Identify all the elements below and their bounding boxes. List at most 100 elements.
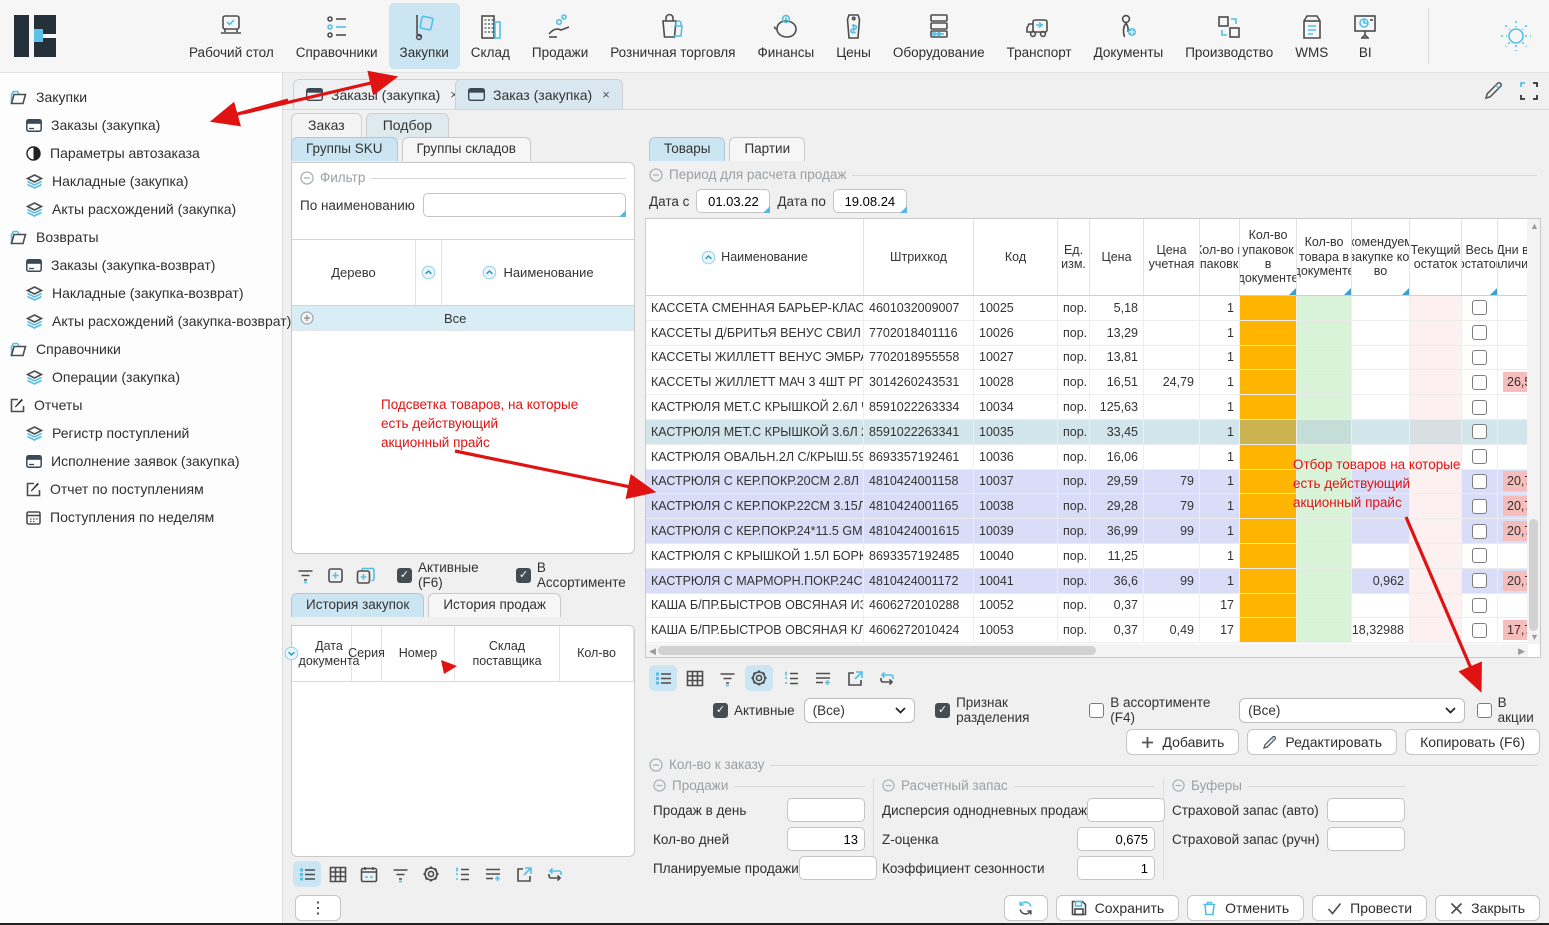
stock-checkbox[interactable] — [1472, 375, 1487, 390]
tab-warehouse-groups[interactable]: Группы складов — [402, 137, 531, 161]
field-input[interactable] — [1327, 827, 1405, 851]
stock-checkbox[interactable] — [1472, 325, 1487, 340]
tab-order-detail[interactable]: Заказ (закупка) × — [455, 79, 623, 109]
history-table-toolbar-numbered-list-icon[interactable] — [448, 861, 476, 887]
history-toolbar-boxes-plus-icon[interactable] — [351, 562, 379, 588]
history-table-toolbar-list-add-icon[interactable] — [479, 861, 507, 887]
history-col-header-3[interactable]: Склад поставщика — [455, 626, 560, 682]
sidebar-item-9[interactable]: Справочники — [0, 335, 282, 363]
expand-plus-icon[interactable] — [300, 311, 314, 325]
history-table-toolbar-gear-icon[interactable] — [417, 861, 445, 887]
tree-sort-button[interactable] — [416, 240, 442, 305]
module-item-1[interactable]: Справочники — [285, 3, 389, 69]
module-item-6[interactable]: Финансы — [747, 3, 826, 69]
stock-checkbox[interactable] — [1472, 623, 1487, 638]
stock-checkbox[interactable] — [1472, 598, 1487, 613]
tree-col-header[interactable]: Дерево — [292, 240, 416, 305]
table-row[interactable]: КАСТРЮЛЯ С КЕР.ПОКР.20СМ 2.8Л Н481042400… — [646, 470, 1540, 495]
add-button[interactable]: Добавить — [1126, 729, 1239, 755]
stock-checkbox[interactable] — [1472, 449, 1487, 464]
products-col-header-5[interactable]: Цена учетная — [1144, 219, 1200, 295]
stock-checkbox[interactable] — [1472, 400, 1487, 415]
sidebar-item-12[interactable]: Регистр поступлений — [0, 419, 282, 447]
products-col-header-12[interactable]: Дни в наличии, — [1498, 219, 1528, 295]
price-type-select[interactable]: (Все) — [804, 698, 915, 723]
field-input[interactable] — [1327, 798, 1405, 822]
products-toolbar-gear-icon[interactable] — [745, 665, 773, 691]
products-toolbar-numbered-list-icon[interactable] — [777, 665, 805, 691]
module-item-7[interactable]: Цены — [825, 3, 882, 69]
active-checkbox[interactable] — [713, 703, 728, 718]
history-table-toolbar-sync-icon[interactable] — [541, 861, 569, 887]
stock-checkbox[interactable] — [1472, 573, 1487, 588]
table-row[interactable]: КАСТРЮЛЯ МЕТ.С КРЫШКОЙ 2.6Л Ч85910222633… — [646, 395, 1540, 420]
table-row[interactable]: КАССЕТЫ Д/БРИТЬЯ ВЕНУС СВИЛ СМ7702018401… — [646, 321, 1540, 346]
collapse-icon[interactable] — [1172, 779, 1185, 792]
promo-checkbox[interactable] — [1477, 703, 1492, 718]
table-row[interactable]: КАССЕТЫ ЖИЛЛЕТТ ВЕНУС ЭМБРАС770201895555… — [646, 346, 1540, 371]
module-item-5[interactable]: Розничная торговля — [599, 3, 746, 69]
tab-products[interactable]: Товары — [649, 137, 725, 161]
module-item-13[interactable]: BI — [1339, 3, 1391, 69]
pencil-icon[interactable] — [1483, 81, 1503, 101]
cancel-button[interactable]: Отменить — [1187, 895, 1304, 921]
sidebar-item-7[interactable]: Накладные (закупка-возврат) — [0, 279, 282, 307]
tab-sales-history[interactable]: История продаж — [428, 593, 561, 617]
table-row[interactable]: КАССЕТА СМЕННАЯ БАРЬЕР-КЛАССИ46010320090… — [646, 296, 1540, 321]
stock-checkbox[interactable] — [1472, 350, 1487, 365]
vertical-scrollbar[interactable]: ▲ ▼ — [1527, 219, 1540, 644]
history-toolbar-filter-icon[interactable] — [291, 562, 319, 588]
field-input[interactable] — [1077, 856, 1155, 880]
name-col-header[interactable]: Наименование — [442, 240, 634, 305]
products-toolbar-external-link-icon[interactable] — [841, 665, 869, 691]
history-col-header-1[interactable]: Серия — [352, 626, 382, 682]
module-item-2[interactable]: Закупки — [389, 3, 460, 69]
table-row[interactable]: КАСТРЮЛЯ С КЕР.ПОКР.24*11.5 GM-481042400… — [646, 519, 1540, 544]
sidebar-item-0[interactable]: Закупки — [0, 83, 282, 111]
fullscreen-icon[interactable] — [1519, 81, 1539, 101]
products-toolbar-sync-icon[interactable] — [873, 665, 901, 691]
products-col-header-3[interactable]: Ед. изм. — [1058, 219, 1090, 295]
table-row[interactable]: КАСТРЮЛЯ С КЕР.ПОКР.22СМ 3.15Л4810424001… — [646, 494, 1540, 519]
sidebar-item-6[interactable]: Заказы (закупка-возврат) — [0, 251, 282, 279]
history-col-header-0[interactable]: Дата документа — [292, 626, 352, 682]
theme-sun-icon[interactable] — [1499, 19, 1533, 53]
stock-checkbox[interactable] — [1472, 524, 1487, 539]
tab-purchase-history[interactable]: История закупок — [291, 593, 424, 617]
table-row[interactable]: КАША Б/ПР.БЫСТРОВ ОВСЯНАЯ КЛУ46062720104… — [646, 618, 1540, 643]
table-row[interactable]: КАСТРЮЛЯ МЕТ.С КРЫШКОЙ 3.6Л 285910222633… — [646, 420, 1540, 445]
copy-button[interactable]: Копировать (F6) — [1405, 729, 1540, 755]
horizontal-scrollbar[interactable]: ◀ ▶ — [646, 644, 1528, 657]
products-toolbar-list-add-icon[interactable] — [809, 665, 837, 691]
stock-checkbox[interactable] — [1472, 474, 1487, 489]
field-input[interactable] — [787, 798, 865, 822]
products-col-header-10[interactable]: Текущий остаток — [1410, 219, 1462, 295]
module-item-8[interactable]: Оборудование — [882, 3, 996, 69]
more-button[interactable]: ⋮ — [295, 895, 341, 921]
products-col-header-1[interactable]: Штрихкод — [864, 219, 974, 295]
sidebar-item-13[interactable]: Исполнение заявок (закупка) — [0, 447, 282, 475]
module-item-9[interactable]: Транспорт — [996, 3, 1083, 69]
collapse-icon[interactable] — [649, 758, 663, 772]
sidebar-item-5[interactable]: Возвраты — [0, 223, 282, 251]
products-col-header-6[interactable]: Кол-во в упаковке — [1200, 219, 1240, 295]
history-col-header-4[interactable]: Кол-во — [560, 626, 634, 682]
field-input[interactable] — [1077, 827, 1155, 851]
sidebar-item-1[interactable]: Заказы (закупка) — [0, 111, 282, 139]
edit-button[interactable]: Редактировать — [1247, 729, 1397, 755]
products-toolbar-grid-icon[interactable] — [681, 665, 709, 691]
tab-selection[interactable]: Подбор — [366, 113, 449, 140]
collapse-icon[interactable] — [649, 168, 663, 182]
stock-checkbox[interactable] — [1472, 424, 1487, 439]
promo-filter-select[interactable]: (Все) — [1239, 698, 1464, 723]
table-row[interactable]: КАСТРЮЛЯ ОВАЛЬН.2Л С/КРЫШ.59869335719246… — [646, 445, 1540, 470]
table-row[interactable]: КАСТРЮЛЯ С МАРМОРН.ПОКР.24СМ481042400117… — [646, 569, 1540, 594]
tab-sku-groups[interactable]: Группы SKU — [291, 137, 398, 161]
collapse-icon[interactable] — [300, 171, 314, 185]
products-col-header-2[interactable]: Код — [974, 219, 1058, 295]
field-input[interactable] — [1087, 798, 1165, 822]
products-col-header-9[interactable]: Рекомендуемое к закупке кол-во — [1352, 219, 1410, 295]
collapse-icon[interactable] — [882, 779, 895, 792]
stock-checkbox[interactable] — [1472, 499, 1487, 514]
field-input[interactable] — [799, 856, 877, 880]
